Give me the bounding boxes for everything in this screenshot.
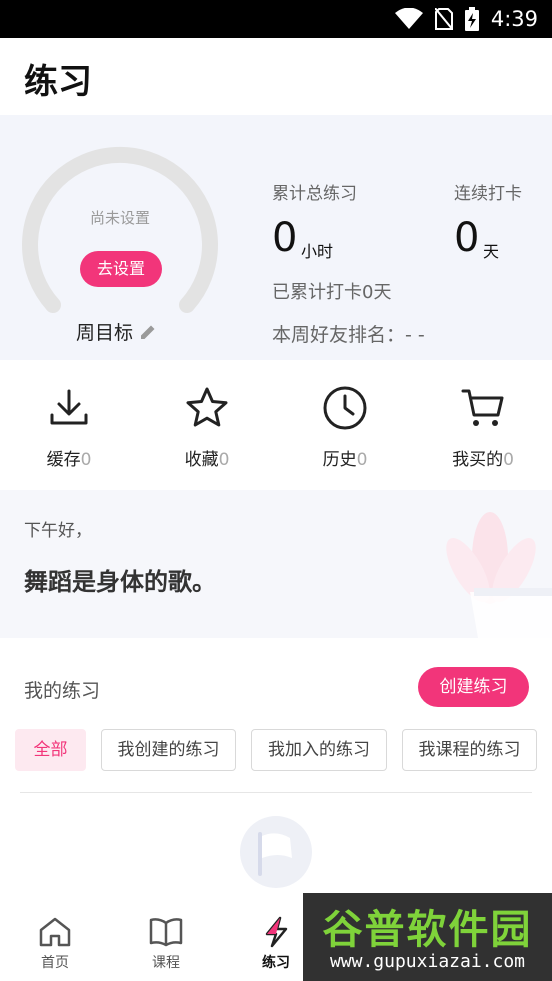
home-icon	[39, 917, 71, 947]
filter-joined[interactable]: 我加入的练习	[251, 729, 387, 771]
goal-status: 尚未设置	[89, 209, 150, 227]
quick-action-label: 收藏	[184, 450, 219, 470]
tab-label: 课程	[152, 955, 180, 971]
cart-icon	[461, 389, 504, 426]
total-practice-unit: 小时	[301, 242, 334, 261]
quick-action-label: 历史	[322, 450, 357, 470]
battery-charging-icon	[464, 7, 479, 31]
lotus-illustration	[446, 512, 552, 638]
download-icon	[50, 389, 88, 425]
greeting-time: 下午好，	[24, 521, 92, 541]
pencil-icon	[141, 325, 155, 339]
watermark: 谷普软件园 www.gupuxiazai.com	[303, 893, 552, 981]
star-icon	[186, 387, 228, 427]
status-time: 4:39	[490, 7, 538, 31]
quick-action-count: 0	[80, 450, 92, 470]
page-title: 练习	[24, 62, 92, 102]
checkin-total: 已累计打卡0天	[272, 282, 392, 303]
quick-action-favorites[interactable]: 收藏0	[138, 385, 276, 480]
set-goal-button[interactable]: 去设置	[80, 251, 162, 287]
lightning-icon	[265, 916, 288, 948]
empty-state-illustration	[240, 816, 312, 888]
quick-action-count: 0	[218, 450, 230, 470]
quick-action-history[interactable]: 历史0	[276, 385, 414, 480]
watermark-title: 谷普软件园	[322, 907, 533, 953]
tab-home[interactable]: 首页	[15, 916, 95, 972]
friend-ranking[interactable]: 本周好友排名：- -	[272, 320, 425, 347]
greeting-quote: 舞蹈是身体的歌。	[24, 568, 216, 596]
total-practice-value: 0	[272, 215, 298, 261]
quick-action-label: 缓存	[46, 450, 81, 470]
watermark-url: www.gupuxiazai.com	[329, 951, 526, 972]
goal-card: 尚未设置 去设置 周目标 累计总练习 0 小时 连续打卡 0 天 已累计打卡0天…	[0, 115, 552, 360]
book-icon	[149, 918, 183, 947]
streak-unit: 天	[483, 242, 500, 261]
status-bar: 4:39	[0, 0, 552, 38]
quick-action-cache[interactable]: 缓存0	[0, 385, 138, 480]
quick-action-count: 0	[503, 450, 514, 470]
wifi-icon	[394, 8, 423, 29]
filter-all[interactable]: 全部	[15, 729, 86, 771]
quick-action-count: 0	[356, 450, 368, 470]
greeting-banner: 下午好， 舞蹈是身体的歌。	[0, 490, 552, 638]
streak-value: 0	[454, 215, 480, 261]
weekly-goal-edit[interactable]: 周目标	[76, 318, 157, 345]
flag-icon	[258, 832, 292, 876]
quick-action-purchased[interactable]: 我买的0	[414, 385, 552, 480]
no-sim-icon	[434, 8, 453, 30]
total-practice-label: 累计总练习	[272, 184, 357, 204]
quick-action-label: 我买的	[452, 450, 504, 470]
my-practice-title: 我的练习	[24, 680, 101, 702]
clock-icon	[323, 386, 367, 430]
weekly-goal-label: 周目标	[76, 322, 134, 344]
filter-created[interactable]: 我创建的练习	[101, 729, 236, 771]
tab-courses[interactable]: 课程	[126, 916, 206, 972]
tab-label: 首页	[41, 955, 69, 971]
filter-course[interactable]: 我课程的练习	[402, 729, 537, 771]
streak-label: 连续打卡	[454, 184, 522, 204]
divider	[20, 792, 532, 793]
create-practice-button[interactable]: 创建练习	[418, 667, 529, 707]
